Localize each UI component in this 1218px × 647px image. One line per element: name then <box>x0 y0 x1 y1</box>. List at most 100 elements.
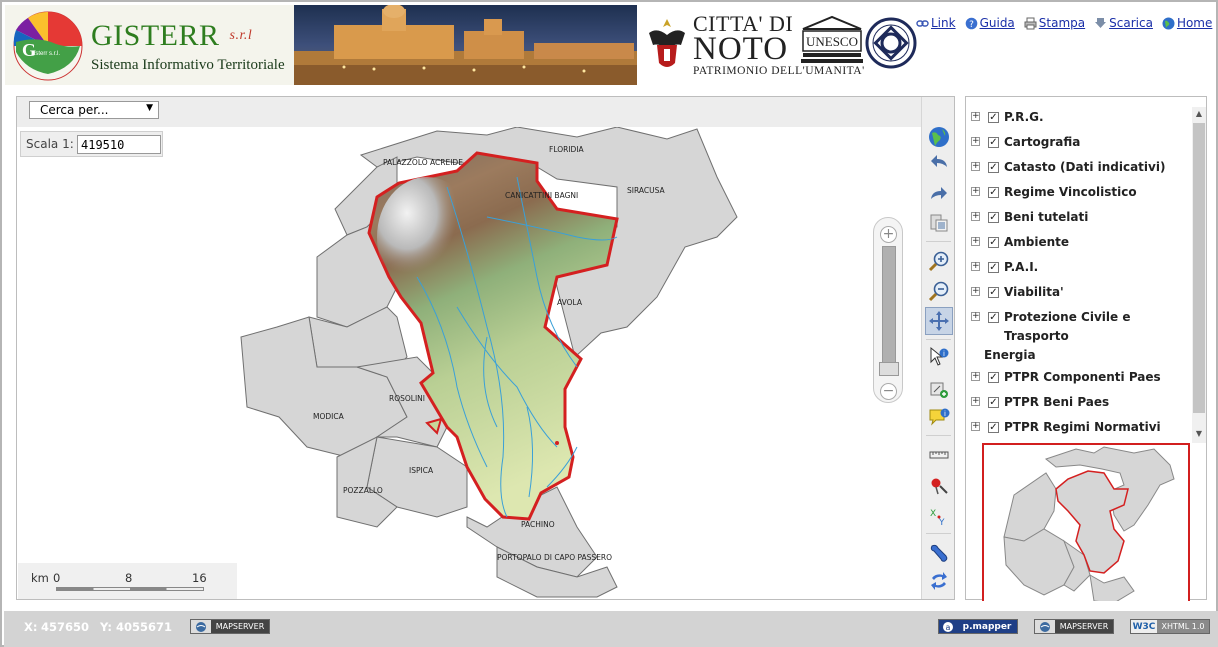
layer-item[interactable]: + ✓ Regime Vincolistico <box>966 180 1191 205</box>
layer-checkbox[interactable]: ✓ <box>988 137 999 148</box>
layer-item[interactable]: + ✓ P.R.G. <box>966 105 1191 130</box>
reference-map-button[interactable] <box>925 209 953 237</box>
search-select[interactable]: Cerca per... ▼ <box>29 101 159 119</box>
layer-checkbox[interactable]: ✓ <box>988 397 999 408</box>
layer-label: Viabilita' <box>1004 285 1064 299</box>
layer-item[interactable]: + ✓ Beni tutelati <box>966 205 1191 230</box>
layer-item[interactable]: + ✓ Catasto (Dati indicativi) <box>966 155 1191 180</box>
label-floridia: FLORIDIA <box>549 145 585 154</box>
noto-point <box>555 441 559 445</box>
layer-item[interactable]: + ✓ Ambiente <box>966 230 1191 255</box>
overview-map[interactable] <box>982 443 1190 601</box>
zoom-track[interactable] <box>882 246 896 370</box>
help-icon: ? <box>965 17 977 30</box>
undo-view-button[interactable] <box>925 149 953 177</box>
expand-icon[interactable]: + <box>971 287 980 296</box>
brand-subtitle: Sistema Informativo Territoriale <box>91 57 285 73</box>
tools-button[interactable] <box>925 539 953 567</box>
expand-icon[interactable]: + <box>971 187 980 196</box>
expand-icon[interactable]: + <box>971 312 980 321</box>
layer-label: P.A.I. <box>1004 260 1039 274</box>
layer-checkbox[interactable]: ✓ <box>988 422 999 433</box>
layer-checkbox[interactable]: ✓ <box>988 212 999 223</box>
expand-icon[interactable]: + <box>971 422 980 431</box>
layer-checkbox[interactable]: ✓ <box>988 287 999 298</box>
link-stampa[interactable]: Stampa <box>1024 16 1085 30</box>
auto-identify-button[interactable]: i <box>925 403 953 431</box>
layer-item[interactable]: + ✓ P.A.I. <box>966 255 1191 280</box>
coordinates-button[interactable]: XY <box>925 503 953 531</box>
poi-button[interactable] <box>925 473 953 501</box>
label-pachino: PACHINO <box>521 520 555 529</box>
layer-label-continued: Energia <box>984 348 1036 362</box>
layer-item[interactable]: + ✓ PTPR Componenti Paes <box>966 365 1191 390</box>
layer-scrollbar[interactable]: ▲ ▼ <box>1192 107 1206 443</box>
layer-item[interactable]: + ✓ PTPR Regimi Normativi <box>966 415 1191 440</box>
layer-item[interactable]: + ✓ Cartografia <box>966 130 1191 155</box>
link-link[interactable]: Link <box>916 16 956 30</box>
scale-input[interactable] <box>77 135 161 154</box>
layer-checkbox[interactable]: ✓ <box>988 372 999 383</box>
layer-checkbox[interactable]: ✓ <box>988 162 999 173</box>
xhtml-badge[interactable]: W3C XHTML 1.0 <box>1130 619 1210 634</box>
scroll-down-icon[interactable]: ▼ <box>1193 429 1205 441</box>
pmapper-logo-icon: a <box>939 620 957 633</box>
forward-arrow-icon <box>931 187 947 199</box>
layer-checkbox[interactable]: ✓ <box>988 237 999 248</box>
pmapper-badge[interactable]: a p.mapper <box>938 619 1018 634</box>
brand-name: GISTERR s.r.l <box>91 19 252 53</box>
layer-checkbox[interactable]: ✓ <box>988 262 999 273</box>
redo-view-button[interactable] <box>925 181 953 209</box>
zoom-handle[interactable] <box>879 362 899 376</box>
link-home[interactable]: Home <box>1162 16 1212 30</box>
zoom-minus-icon[interactable]: − <box>880 383 897 400</box>
map-top-bar: Cerca per... ▼ <box>17 97 954 127</box>
zoom-in-button[interactable] <box>925 247 953 275</box>
zoom-slider[interactable]: + − <box>873 217 903 403</box>
scroll-thumb[interactable] <box>1193 123 1205 413</box>
layer-label: Regime Vincolistico <box>1004 185 1137 199</box>
zoom-full-extent-button[interactable] <box>925 123 953 151</box>
scalebar-tick-0: 0 <box>53 571 61 585</box>
layer-label: PTPR Regimi Normativi <box>1004 420 1161 434</box>
select-add-button[interactable] <box>925 375 953 403</box>
layer-checkbox[interactable]: ✓ <box>988 187 999 198</box>
zoom-plus-icon[interactable]: + <box>880 226 897 243</box>
overview-map-canvas <box>1003 446 1175 601</box>
layer-checkbox[interactable]: ✓ <box>988 312 999 323</box>
gisterr-logo: G isterr s.r.l. <box>13 11 83 81</box>
expand-icon[interactable]: + <box>971 162 980 171</box>
reload-button[interactable] <box>925 567 953 595</box>
layer-item[interactable]: + ✓ Viabilita' <box>966 280 1191 305</box>
expand-icon[interactable]: + <box>971 262 980 271</box>
unesco-logo: UNESCO <box>801 15 863 63</box>
layer-item[interactable]: + ✓ PTPR Beni Paes <box>966 390 1191 415</box>
refresh-icon <box>931 572 947 590</box>
layer-item[interactable]: + ✓ Protezione Civile e Trasporto Energia <box>966 305 1191 365</box>
expand-icon[interactable]: + <box>971 372 980 381</box>
pmapper-badge-text: p.mapper <box>962 621 1012 632</box>
mapserver-badge-2[interactable]: MAPSERVER <box>1034 619 1114 634</box>
measure-button[interactable] <box>925 441 953 469</box>
link-icon <box>916 19 929 27</box>
link-scarica[interactable]: Scarica <box>1094 16 1153 30</box>
mapserver-logo-icon <box>1035 620 1055 633</box>
expand-icon[interactable]: + <box>971 112 980 121</box>
expand-icon[interactable]: + <box>971 212 980 221</box>
link-guida[interactable]: ? Guida <box>965 16 1015 30</box>
expand-icon[interactable]: + <box>971 237 980 246</box>
layer-checkbox[interactable]: ✓ <box>988 112 999 123</box>
pan-button[interactable] <box>925 307 953 335</box>
expand-icon[interactable]: + <box>971 397 980 406</box>
svg-text:UNESCO: UNESCO <box>806 34 858 49</box>
download-icon <box>1095 17 1107 28</box>
tooltip-info-icon: i <box>929 408 950 426</box>
expand-icon[interactable]: + <box>971 137 980 146</box>
identify-button[interactable]: i <box>925 343 953 371</box>
app-frame: G isterr s.r.l. GISTERR s.r.l Sistema Inf… <box>0 0 1218 647</box>
scroll-up-icon[interactable]: ▲ <box>1193 109 1205 121</box>
zoom-out-button[interactable] <box>925 277 953 305</box>
map-canvas[interactable]: FLORIDIA PALAZZOLO ACREIDE CANICATTINI B… <box>17 127 921 599</box>
toolbar-separator <box>926 435 951 436</box>
mapserver-badge[interactable]: MAPSERVER <box>190 619 270 634</box>
